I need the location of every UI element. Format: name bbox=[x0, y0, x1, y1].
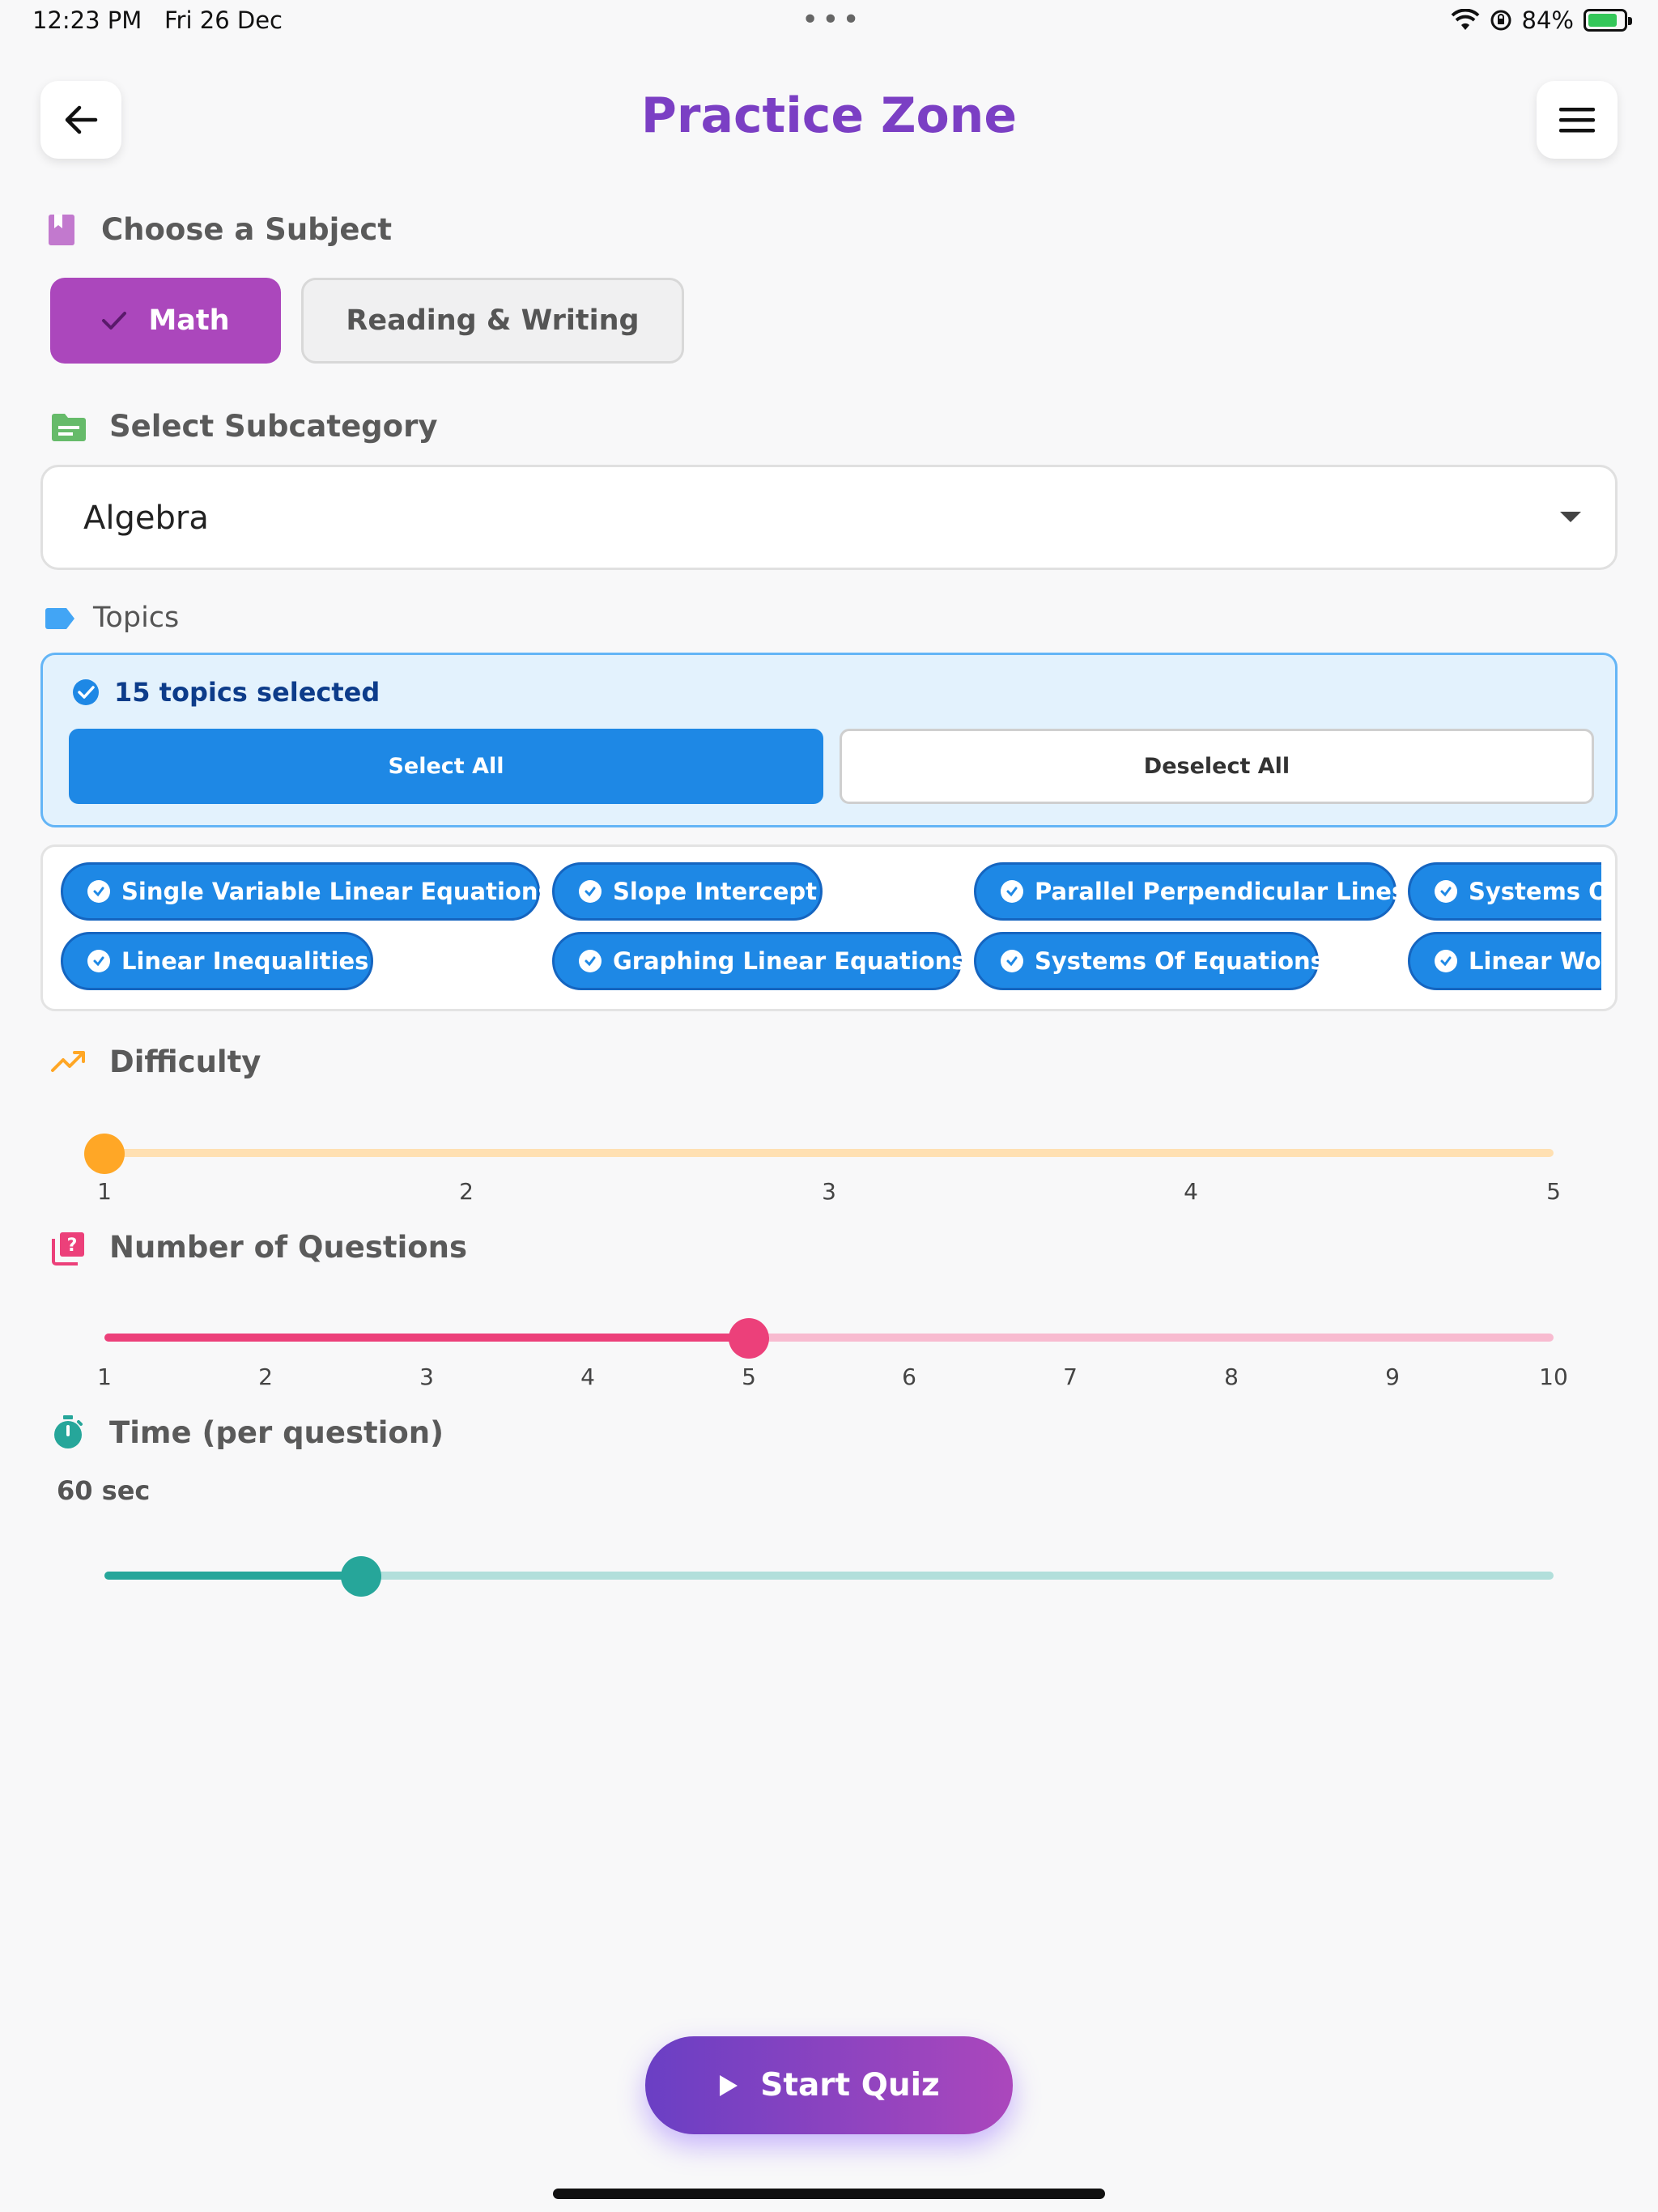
battery-icon bbox=[1584, 9, 1632, 32]
tick-label: 5 bbox=[1546, 1178, 1561, 1205]
status-time: 12:23 PM bbox=[32, 6, 142, 34]
difficulty-slider-thumb[interactable] bbox=[84, 1134, 125, 1174]
tick-label: 3 bbox=[419, 1363, 434, 1390]
topic-chip-label: Systems Of Equations bbox=[1035, 947, 1324, 975]
tick-label: 4 bbox=[1184, 1178, 1198, 1205]
time-value-text: 60 sec bbox=[57, 1475, 151, 1506]
status-date: Fri 26 Dec bbox=[164, 6, 283, 34]
difficulty-slider-track[interactable] bbox=[104, 1149, 1554, 1157]
difficulty-ticks: 1 2 3 4 5 bbox=[80, 1178, 1578, 1210]
timer-icon bbox=[52, 1414, 84, 1450]
tick-label: 4 bbox=[580, 1363, 595, 1390]
label-tag-icon bbox=[44, 607, 76, 630]
topic-chip-label: Slope Intercept bbox=[613, 878, 818, 905]
time-slider-thumb[interactable] bbox=[340, 1556, 381, 1597]
folder-icon bbox=[50, 413, 87, 442]
topic-chips-scroll[interactable]: Single Variable Linear Equations Slope I… bbox=[43, 847, 1601, 1009]
menu-button[interactable] bbox=[1537, 81, 1618, 159]
topic-chip[interactable]: Systems Of bbox=[1408, 862, 1601, 921]
select-all-button[interactable]: Select All bbox=[69, 729, 823, 804]
topic-chip-label: Graphing Linear Equations bbox=[613, 947, 966, 975]
check-circle-icon bbox=[1435, 880, 1457, 903]
choose-subject-label: Choose a Subject bbox=[101, 212, 393, 247]
check-circle-icon bbox=[1001, 950, 1023, 972]
dropdown-caret-icon bbox=[1560, 512, 1581, 522]
subject-chip-math[interactable]: Math bbox=[50, 278, 281, 364]
orientation-lock-icon bbox=[1490, 10, 1511, 31]
topic-chip[interactable]: Systems Of Equations bbox=[974, 932, 1324, 990]
topic-chip-label: Linear Inequalities bbox=[121, 947, 369, 975]
tick-label: 8 bbox=[1224, 1363, 1239, 1390]
check-circle-icon bbox=[1435, 950, 1457, 972]
subject-chip-label: Reading & Writing bbox=[346, 304, 640, 337]
check-circle-icon bbox=[579, 950, 602, 972]
subcategory-dropdown[interactable]: Algebra bbox=[40, 465, 1618, 570]
topic-chip-label: Linear Wor bbox=[1469, 947, 1601, 975]
svg-text:?: ? bbox=[67, 1236, 78, 1256]
check-circle-icon bbox=[73, 679, 99, 705]
tick-label: 5 bbox=[742, 1363, 756, 1390]
question-library-icon: ? bbox=[50, 1231, 86, 1266]
difficulty-slider[interactable] bbox=[84, 1134, 1554, 1174]
time-slider[interactable] bbox=[104, 1556, 1554, 1597]
status-time-date: 12:23 PM Fri 26 Dec bbox=[32, 6, 283, 34]
check-circle-icon bbox=[579, 880, 602, 903]
tick-label: 1 bbox=[97, 1178, 112, 1205]
time-slider-active-track bbox=[104, 1572, 361, 1580]
multitasking-dots[interactable]: ••• bbox=[801, 3, 863, 36]
questions-slider-thumb[interactable] bbox=[728, 1318, 769, 1359]
page-title: Practice Zone bbox=[640, 87, 1018, 144]
number-of-questions-label: Number of Questions bbox=[109, 1230, 468, 1265]
tick-label: 3 bbox=[822, 1178, 836, 1205]
questions-slider[interactable] bbox=[104, 1318, 1554, 1359]
status-indicators: 84% bbox=[1451, 6, 1632, 34]
checkmark-icon bbox=[102, 312, 127, 330]
topic-chip[interactable]: Parallel Perpendicular Lines bbox=[974, 862, 1405, 921]
home-indicator[interactable] bbox=[553, 2189, 1105, 2199]
topic-chip-label: Systems Of bbox=[1469, 878, 1601, 905]
check-circle-icon bbox=[87, 880, 110, 903]
topics-selected-text: 15 topics selected bbox=[114, 677, 380, 708]
play-icon bbox=[720, 2074, 738, 2096]
questions-slider-active-track bbox=[104, 1334, 749, 1342]
check-circle-icon bbox=[1001, 880, 1023, 903]
topic-chip[interactable]: Linear Wor bbox=[1408, 932, 1601, 990]
tick-label: 2 bbox=[459, 1178, 474, 1205]
tick-label: 9 bbox=[1385, 1363, 1400, 1390]
start-quiz-label: Start Quiz bbox=[760, 2067, 940, 2104]
difficulty-label: Difficulty bbox=[109, 1044, 261, 1079]
tick-label: 1 bbox=[97, 1363, 112, 1390]
tick-label: 6 bbox=[902, 1363, 916, 1390]
tick-label: 10 bbox=[1539, 1363, 1568, 1390]
subject-chip-reading-writing[interactable]: Reading & Writing bbox=[301, 278, 684, 364]
topic-chips-container[interactable]: Single Variable Linear Equations Slope I… bbox=[40, 844, 1618, 1011]
topics-selected-status: 15 topics selected bbox=[72, 677, 380, 708]
topics-label: Topics bbox=[93, 602, 180, 634]
start-quiz-button[interactable]: Start Quiz bbox=[645, 2036, 1013, 2134]
trending-up-icon bbox=[50, 1049, 87, 1074]
topic-chip-label: Parallel Perpendicular Lines bbox=[1035, 878, 1406, 905]
subcategory-value: Algebra bbox=[83, 500, 209, 537]
hamburger-menu-icon bbox=[1559, 108, 1595, 133]
tick-label: 7 bbox=[1063, 1363, 1078, 1390]
book-icon bbox=[47, 214, 76, 246]
topic-chip[interactable]: Graphing Linear Equations bbox=[552, 932, 966, 990]
topic-chip[interactable]: Single Variable Linear Equations bbox=[61, 862, 552, 921]
tick-label: 2 bbox=[258, 1363, 273, 1390]
topic-chip-label: Single Variable Linear Equations bbox=[121, 878, 552, 905]
topic-chip[interactable]: Linear Inequalities bbox=[61, 932, 373, 990]
time-per-question-label: Time (per question) bbox=[109, 1415, 444, 1450]
deselect-all-button[interactable]: Deselect All bbox=[840, 729, 1594, 804]
topics-selection-panel: 15 topics selected Select All Deselect A… bbox=[40, 653, 1618, 827]
battery-percent: 84% bbox=[1521, 6, 1574, 34]
select-subcategory-label: Select Subcategory bbox=[109, 409, 438, 444]
check-circle-icon bbox=[87, 950, 110, 972]
subject-chip-label: Math bbox=[148, 304, 230, 337]
topic-chip[interactable]: Slope Intercept bbox=[552, 862, 823, 921]
wifi-icon bbox=[1451, 9, 1479, 30]
questions-ticks: 1 2 3 4 5 6 7 8 9 10 bbox=[80, 1363, 1578, 1396]
